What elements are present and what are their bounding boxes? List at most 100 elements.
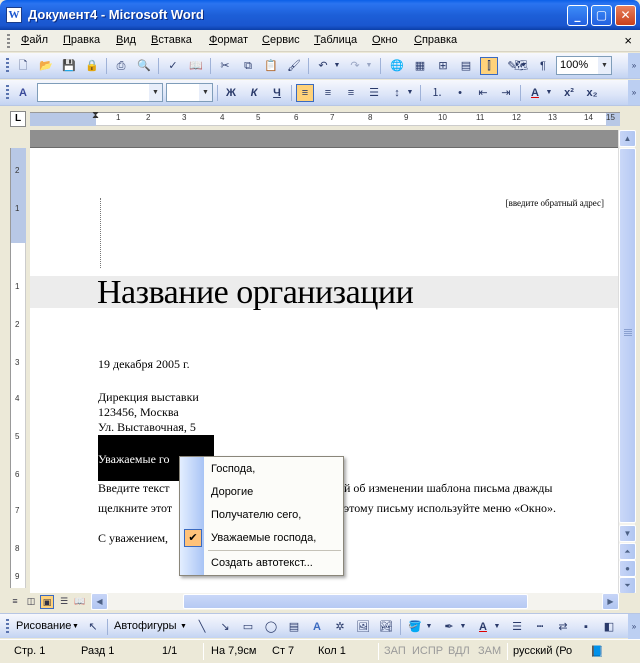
undo-icon[interactable]: ↶ — [314, 57, 332, 75]
menu-item-gospoda[interactable]: Господа, — [180, 458, 343, 480]
horizontal-scroll-thumb[interactable] — [183, 594, 528, 609]
menu-grip-icon[interactable] — [7, 34, 10, 48]
create-autotext-item[interactable]: Создать автотекст... — [180, 552, 343, 574]
new-document-icon[interactable]: 🗋 — [14, 57, 32, 75]
body-line-1-end[interactable]: й об изменении шаблона письма дважды — [344, 481, 552, 496]
toolbar-options-icon[interactable]: » — [628, 80, 640, 105]
horizontal-ruler[interactable]: 1 2 3 4 5 6 7 8 9 10 11 12 13 14 15 ⧗ — [30, 110, 620, 126]
spelling-status-icon[interactable]: 📘 — [590, 645, 604, 658]
underline-button[interactable]: Ч — [268, 84, 286, 102]
tab-selector-icon[interactable]: L — [10, 111, 26, 127]
superscript-icon[interactable]: x² — [560, 84, 578, 102]
organization-name[interactable]: Название организации — [97, 274, 414, 312]
font-color-dropdown-icon[interactable]: ▼ — [544, 84, 554, 102]
increase-indent-icon[interactable]: ⇥ — [497, 84, 515, 102]
return-address[interactable]: [введите обратный адрес] — [506, 198, 604, 208]
copy-icon[interactable]: ⧉ — [239, 57, 257, 75]
vertical-scroll-thumb[interactable] — [619, 148, 636, 523]
research-icon[interactable]: 📖 — [187, 57, 205, 75]
outline-view-icon[interactable]: ☰ — [57, 595, 71, 609]
3d-style-icon[interactable]: ◧ — [600, 618, 618, 636]
line-style-icon[interactable]: ☰ — [508, 618, 526, 636]
print-layout-icon[interactable]: ▣ — [40, 595, 54, 609]
document-map-icon[interactable]: 🗺 — [512, 57, 530, 75]
normal-view-icon[interactable]: ≡ — [8, 595, 22, 609]
align-left-icon[interactable]: ≡ — [296, 84, 314, 102]
open-folder-icon[interactable]: 📂 — [37, 57, 55, 75]
zoom-dropdown-icon[interactable]: ▼ — [598, 57, 611, 74]
letter-date[interactable]: 19 декабря 2005 г. — [98, 357, 190, 372]
menu-insert[interactable]: Вставка — [151, 34, 192, 46]
menu-table[interactable]: Таблица — [314, 34, 357, 46]
justify-icon[interactable]: ☰ — [365, 84, 383, 102]
paste-icon[interactable]: 📋 — [262, 57, 280, 75]
scroll-down-icon[interactable]: ▼ — [619, 525, 636, 542]
menu-item-uvazhaemye[interactable]: ✔ Уважаемые господа, — [180, 527, 343, 549]
recipient-line-3[interactable]: Ул. Выставочная, 5 — [98, 420, 196, 435]
status-language[interactable]: русский (Ро — [513, 645, 572, 657]
status-track-changes[interactable]: ИСПР — [412, 645, 443, 657]
fill-color-dropdown-icon[interactable]: ▼ — [424, 618, 434, 636]
styles-pane-icon[interactable]: A — [14, 84, 32, 102]
print-preview-icon[interactable]: 🔍 — [135, 57, 153, 75]
vertical-scrollbar[interactable]: ▲ ▼ ⏶ ● ⏷ — [618, 130, 636, 594]
font-color-icon[interactable]: A — [526, 84, 544, 102]
indent-marker-icon[interactable]: ⧗ — [92, 110, 99, 121]
scroll-left-icon[interactable]: ◀ — [91, 593, 108, 610]
draw-font-color-dropdown-icon[interactable]: ▼ — [492, 618, 502, 636]
scroll-right-icon[interactable]: ▶ — [602, 593, 619, 610]
vertical-ruler[interactable]: 2 1 1 2 3 4 5 6 7 8 9 — [10, 148, 26, 588]
web-view-icon[interactable]: ◫ — [24, 595, 38, 609]
horizontal-scrollbar[interactable]: ◀ ▶ — [91, 593, 619, 610]
subscript-icon[interactable]: x₂ — [583, 84, 601, 102]
font-size-combo[interactable]: ▼ — [166, 83, 213, 102]
line-color-dropdown-icon[interactable]: ▼ — [458, 618, 468, 636]
body-line-1-start[interactable]: Введите текст — [98, 481, 170, 496]
text-box-icon[interactable]: ▤ — [285, 618, 303, 636]
font-size-dropdown-icon[interactable]: ▼ — [199, 84, 212, 101]
toolbar-options-icon[interactable]: » — [628, 53, 640, 78]
line-icon[interactable]: ╲ — [193, 618, 211, 636]
bold-button[interactable]: Ж — [222, 84, 240, 102]
toolbar-grip-icon[interactable] — [6, 619, 9, 635]
menu-window[interactable]: Окно — [372, 34, 398, 46]
menu-file[interactable]: Файл — [21, 34, 48, 46]
next-page-icon[interactable]: ⏷ — [619, 577, 636, 594]
recipient-line-1[interactable]: Дирекция выставки — [98, 390, 199, 405]
italic-button[interactable]: К — [245, 84, 263, 102]
toolbar-grip-icon[interactable] — [6, 85, 9, 101]
drawing-menu-button[interactable]: Рисование — [16, 620, 71, 632]
reading-layout-icon[interactable]: 📖 — [73, 595, 87, 609]
columns-icon[interactable]: ⫿ — [480, 57, 498, 75]
insert-table-icon[interactable]: ⊞ — [434, 57, 452, 75]
body-line-2-start[interactable]: щелкните этот — [98, 501, 172, 516]
scroll-up-icon[interactable]: ▲ — [619, 130, 636, 147]
clip-art-icon[interactable]: 🖼 — [354, 618, 372, 636]
oval-icon[interactable]: ◯ — [262, 618, 280, 636]
drawing-dropdown-icon[interactable]: ▼ — [72, 623, 79, 630]
select-objects-icon[interactable]: ↖ — [84, 618, 102, 636]
zoom-combo[interactable]: 100% ▼ — [556, 56, 612, 75]
diagram-icon[interactable]: ✲ — [331, 618, 349, 636]
style-combo[interactable]: ▼ — [37, 83, 163, 102]
autoshapes-menu-button[interactable]: Автофигуры — [114, 620, 177, 632]
spelling-icon[interactable]: ✓ — [164, 57, 182, 75]
menu-view[interactable]: Вид — [116, 34, 136, 46]
browse-object-icon[interactable]: ● — [619, 560, 636, 577]
close-document-icon[interactable]: × — [624, 33, 632, 48]
draw-font-color-icon[interactable]: A — [474, 618, 492, 636]
bullets-icon[interactable]: • — [451, 84, 469, 102]
menu-format[interactable]: Формат — [209, 34, 248, 46]
autoshapes-dropdown-icon[interactable]: ▼ — [180, 623, 187, 630]
shadow-style-icon[interactable]: ▪ — [577, 618, 595, 636]
redo-icon[interactable]: ↷ — [346, 57, 364, 75]
maximize-button[interactable]: ▢ — [591, 5, 612, 26]
arrow-icon[interactable]: ↘ — [216, 618, 234, 636]
toolbar-grip-icon[interactable] — [6, 58, 9, 74]
show-hide-icon[interactable]: ¶ — [534, 57, 552, 75]
close-window-button[interactable]: ✕ — [615, 5, 636, 26]
line-color-icon[interactable]: ✒ — [440, 618, 458, 636]
dash-style-icon[interactable]: ┅ — [531, 618, 549, 636]
permission-icon[interactable]: 🔒 — [83, 57, 101, 75]
word-app-icon[interactable]: W — [6, 7, 22, 23]
